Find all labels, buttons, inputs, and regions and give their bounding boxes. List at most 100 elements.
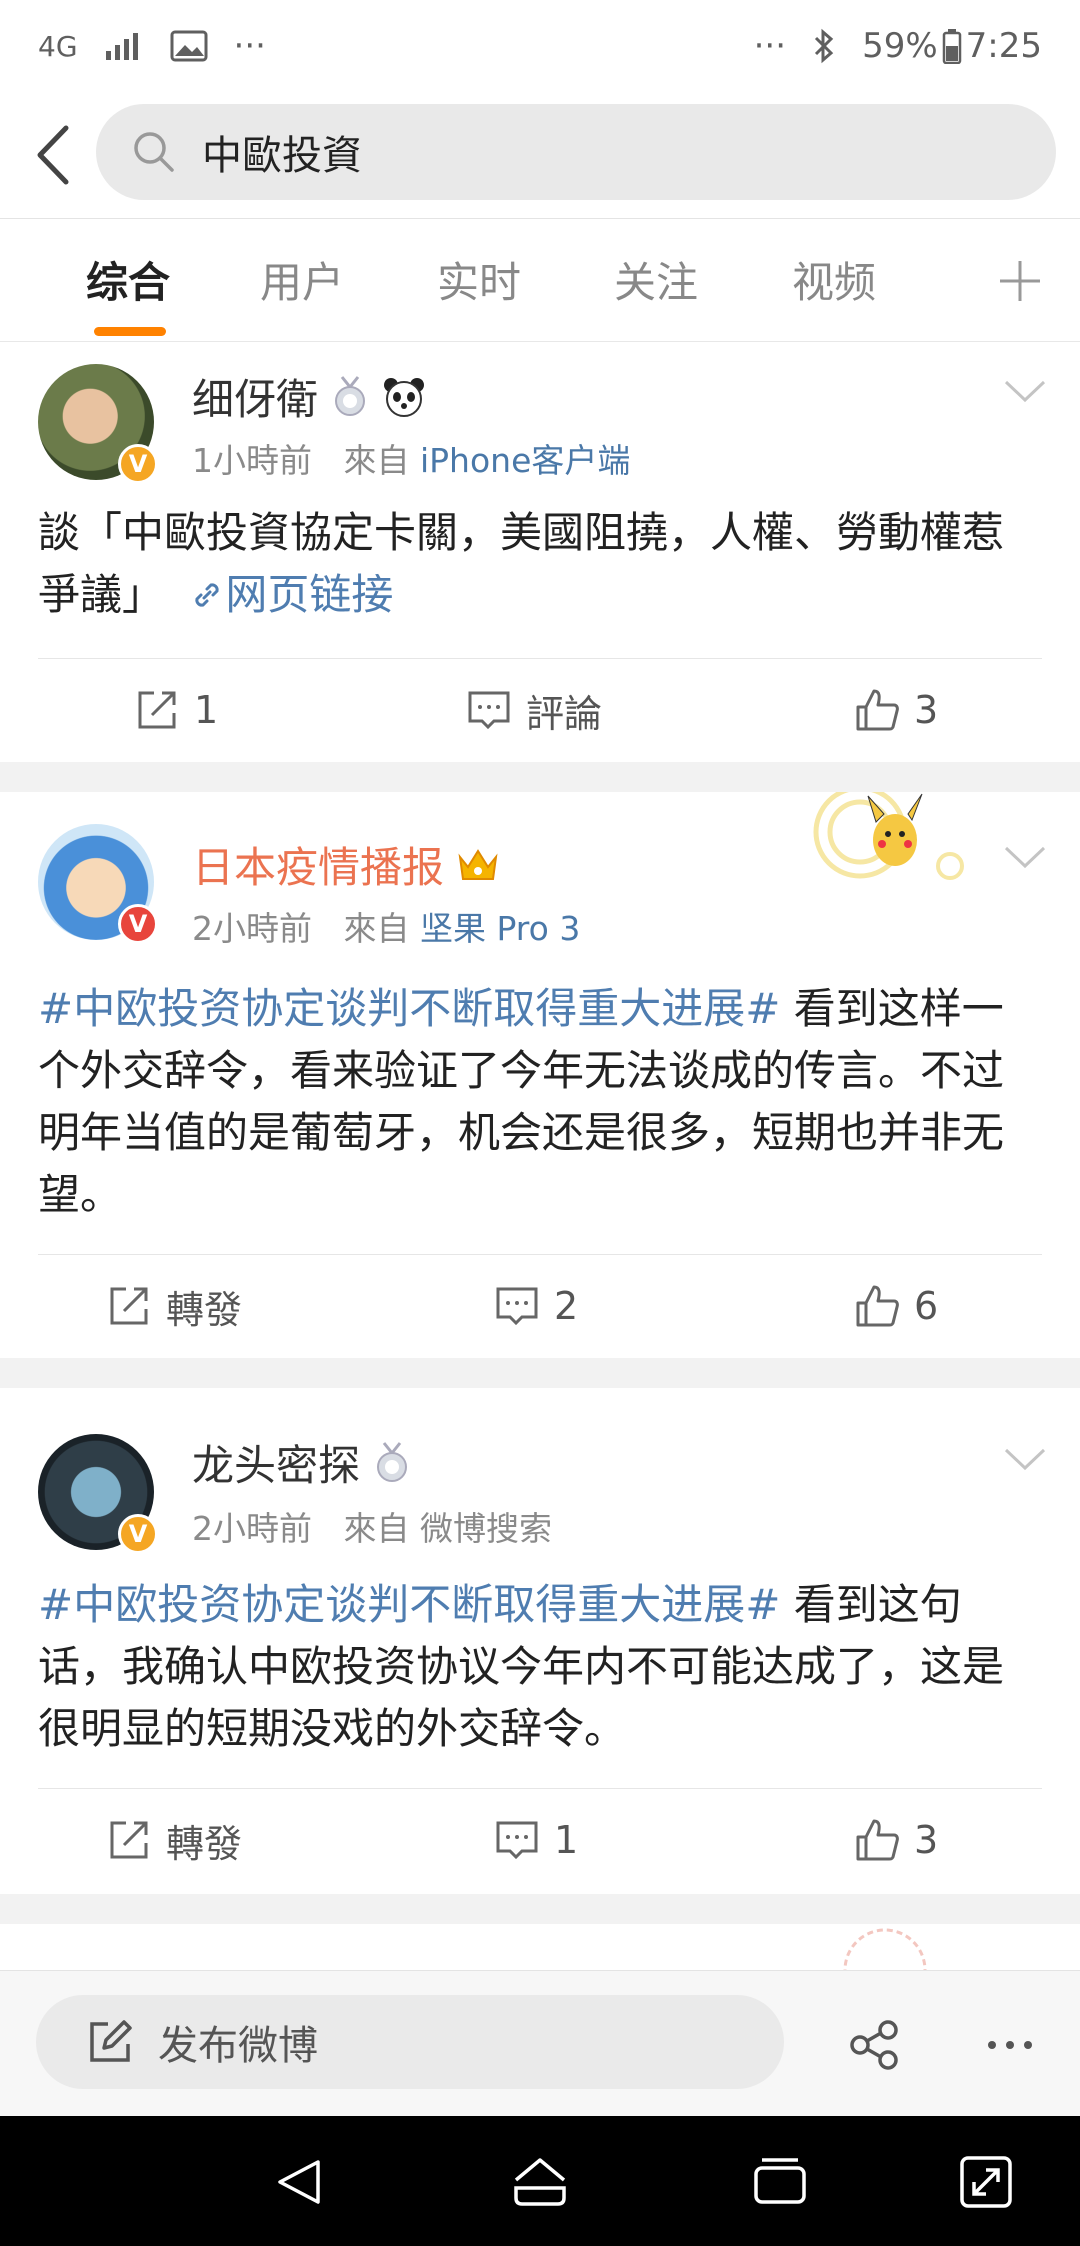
comment-count: 2 bbox=[554, 1284, 579, 1328]
status-bar: 4G ··· ··· 59% 7:25 bbox=[0, 0, 1080, 92]
tab-following[interactable]: 关注 bbox=[614, 249, 698, 310]
comment-count: 評論 bbox=[526, 691, 603, 736]
post-card[interactable]: V 日本疫情播报 2小時前 來自 坚果 Pro 3 #中欧投资协定谈判不断取得重… bbox=[0, 792, 1080, 1358]
username[interactable]: 细伢衛 bbox=[192, 366, 426, 427]
web-link-label: 网页链接 bbox=[225, 570, 394, 619]
username[interactable]: 日本疫情播报 bbox=[192, 834, 500, 895]
topic-hashtag[interactable]: #中欧投资协定谈判不断取得重大进展# bbox=[38, 984, 780, 1033]
post-time: 1小時前 bbox=[192, 441, 312, 480]
add-tab-icon[interactable] bbox=[990, 251, 1050, 311]
repost-icon bbox=[138, 691, 176, 729]
comment-button[interactable]: 2 bbox=[494, 1256, 578, 1356]
verified-badge-icon: V bbox=[118, 1514, 158, 1554]
like-button[interactable]: 6 bbox=[854, 1256, 938, 1356]
post-meta: 1小時前 來自 iPhone客户端 bbox=[192, 434, 630, 482]
comment-icon bbox=[496, 1287, 538, 1326]
like-button[interactable]: 3 bbox=[854, 1790, 938, 1890]
nav-back-icon[interactable] bbox=[272, 2154, 328, 2210]
chevron-down-icon[interactable] bbox=[1000, 372, 1050, 412]
nav-expand-icon[interactable] bbox=[958, 2154, 1014, 2210]
avatar[interactable]: V bbox=[38, 824, 158, 944]
post-source[interactable]: 微博搜索 bbox=[420, 1509, 552, 1548]
active-tab-indicator bbox=[94, 327, 166, 336]
nav-recents-icon[interactable] bbox=[752, 2154, 808, 2210]
repost-icon bbox=[110, 1287, 148, 1325]
post-time: 2小時前 bbox=[192, 909, 312, 948]
post-card[interactable]: V 细伢衛 1小時前 來自 iPhone客户端 談「中歐投資協定卡關，美國阻撓，… bbox=[0, 342, 1080, 762]
search-query: 中歐投資 bbox=[202, 133, 362, 179]
repost-button[interactable]: 轉發 bbox=[106, 1790, 242, 1890]
comment-button[interactable]: 1 bbox=[494, 1790, 578, 1890]
post-from: 來自 bbox=[343, 909, 410, 948]
post-meta: 2小時前 來自 坚果 Pro 3 bbox=[192, 902, 580, 950]
repost-label: 轉發 bbox=[166, 1821, 243, 1866]
username[interactable]: 龙头密探 bbox=[192, 1432, 412, 1493]
post-card[interactable]: V 龙头密探 2小時前 來自 微博搜索 #中欧投资协定谈判不断取得重大进展# 看… bbox=[0, 1388, 1080, 1894]
tab-realtime[interactable]: 实时 bbox=[437, 249, 521, 310]
like-button[interactable]: 3 bbox=[854, 660, 938, 760]
tab-comprehensive[interactable]: 综合 bbox=[86, 249, 170, 310]
compose-bar: 发布微博 bbox=[0, 1970, 1080, 2117]
medal-icon bbox=[377, 1441, 408, 1482]
divider bbox=[38, 658, 1042, 659]
web-link[interactable]: 网页链接 bbox=[177, 570, 393, 619]
panda-icon bbox=[384, 377, 425, 417]
tab-users[interactable]: 用户 bbox=[260, 249, 344, 310]
verified-badge-icon: V bbox=[118, 904, 158, 944]
post-actions: 1 評論 3 bbox=[0, 660, 1080, 760]
compose-button[interactable]: 发布微博 bbox=[36, 1995, 784, 2089]
post-text[interactable]: #中欧投资协定谈判不断取得重大进展# 看到这句话，我确认中欧投资协议今年内不可能… bbox=[38, 1574, 1042, 1760]
thumbs-up-icon bbox=[856, 1285, 899, 1327]
pikachu-decoration-icon bbox=[813, 792, 964, 880]
battery-icon bbox=[942, 29, 961, 64]
divider bbox=[38, 1788, 1042, 1789]
search-icon bbox=[134, 132, 174, 172]
post-time: 2小時前 bbox=[192, 1509, 312, 1548]
link-icon bbox=[195, 583, 219, 607]
image-notification-icon bbox=[170, 30, 208, 62]
tab-bar: 综合 用户 实时 关注 视频 bbox=[0, 218, 1080, 342]
comment-icon bbox=[496, 1821, 538, 1860]
network-type: 4G bbox=[38, 29, 78, 63]
battery-percent: 59% bbox=[862, 26, 938, 66]
username-text: 细伢衛 bbox=[192, 375, 319, 424]
avatar[interactable]: V bbox=[38, 364, 158, 484]
more-status: ··· bbox=[753, 26, 787, 66]
tab-video[interactable]: 视频 bbox=[792, 249, 876, 310]
post-meta: 2小時前 來自 微博搜索 bbox=[192, 1502, 552, 1550]
comment-icon bbox=[468, 691, 510, 730]
medal-icon bbox=[335, 375, 366, 416]
share-icon[interactable] bbox=[848, 2019, 900, 2071]
username-text: 龙头密探 bbox=[192, 1441, 361, 1490]
signal-icon bbox=[105, 33, 138, 60]
post-from: 來自 bbox=[343, 441, 410, 480]
comment-button[interactable]: 評論 bbox=[466, 660, 602, 760]
comment-count: 1 bbox=[554, 1818, 579, 1862]
chevron-down-icon[interactable] bbox=[1000, 838, 1050, 878]
search-input[interactable]: 中歐投資 bbox=[96, 104, 1056, 200]
verified-badge-icon: V bbox=[118, 444, 158, 484]
post-card-partial[interactable] bbox=[0, 1924, 1080, 1970]
nav-home-icon[interactable] bbox=[512, 2154, 568, 2210]
stamp-decoration-icon bbox=[843, 1928, 927, 1970]
repost-button[interactable]: 轉發 bbox=[106, 1256, 242, 1356]
post-actions: 轉發 1 3 bbox=[0, 1790, 1080, 1890]
topic-hashtag[interactable]: #中欧投资协定谈判不断取得重大进展# bbox=[38, 1580, 780, 1629]
repost-button[interactable]: 1 bbox=[134, 660, 218, 760]
post-source[interactable]: iPhone客户端 bbox=[420, 441, 630, 480]
back-arrow-icon[interactable] bbox=[22, 120, 92, 190]
chevron-down-icon[interactable] bbox=[1000, 1440, 1050, 1480]
post-text[interactable]: #中欧投资协定谈判不断取得重大进展# 看到这样一个外交辞令，看来验证了今年无法谈… bbox=[38, 978, 1042, 1226]
system-nav-bar bbox=[0, 2116, 1080, 2246]
repost-count: 1 bbox=[194, 688, 219, 732]
post-source[interactable]: 坚果 Pro 3 bbox=[420, 909, 580, 948]
post-text[interactable]: 談「中歐投資協定卡關，美國阻撓，人權、勞動權惹爭議」 网页链接 bbox=[38, 502, 1042, 626]
more-notifications: ··· bbox=[233, 26, 266, 66]
more-options-icon[interactable] bbox=[986, 2029, 1034, 2061]
username-text: 日本疫情播报 bbox=[192, 843, 445, 892]
avatar[interactable]: V bbox=[38, 1434, 158, 1554]
divider bbox=[38, 1254, 1042, 1255]
repost-icon bbox=[110, 1821, 148, 1859]
edit-icon bbox=[90, 2020, 132, 2062]
thumbs-up-icon bbox=[856, 689, 899, 731]
